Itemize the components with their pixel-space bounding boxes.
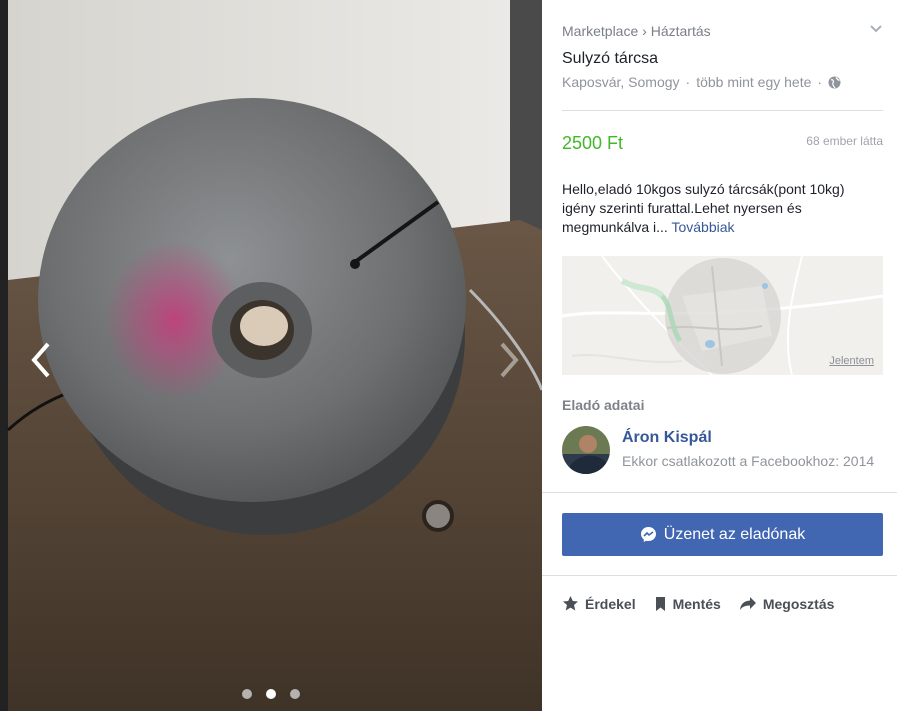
messenger-icon — [640, 527, 656, 542]
message-button-label: Üzenet az eladónak — [663, 525, 806, 543]
carousel-dot-active[interactable] — [266, 689, 276, 699]
seller-avatar[interactable] — [562, 426, 610, 474]
chevron-left-icon — [31, 342, 50, 378]
listing-photo — [0, 0, 542, 711]
listing-posted-time: több mint egy hete — [696, 74, 812, 90]
see-more-link[interactable]: Továbbiak — [671, 219, 734, 235]
listing-actions: Érdekel Mentés Megosztás — [562, 595, 834, 612]
breadcrumb-category[interactable]: Háztartás — [651, 23, 711, 39]
previous-photo-button[interactable] — [28, 340, 58, 380]
meta-separator: · — [817, 74, 823, 90]
bookmark-icon — [655, 596, 665, 611]
divider — [542, 575, 897, 576]
divider — [542, 492, 897, 493]
chevron-right-icon — [500, 342, 519, 378]
report-link[interactable]: Jelentem — [829, 355, 874, 367]
listing-price: 2500 Ft — [562, 133, 624, 153]
seller-join-date: Ekkor csatlakozott a Facebookhoz: 2014 — [622, 453, 875, 469]
star-icon — [563, 596, 578, 611]
interested-button[interactable]: Érdekel — [562, 595, 636, 612]
divider — [562, 110, 883, 111]
listing-description: Hello,eladó 10kgos sulyzó tárcsák(pont 1… — [562, 180, 880, 237]
next-photo-button[interactable] — [494, 340, 524, 380]
breadcrumb-marketplace[interactable]: Marketplace — [562, 23, 638, 39]
meta-separator: · — [685, 74, 691, 90]
save-button[interactable]: Mentés — [654, 595, 721, 612]
carousel-indicator — [0, 689, 542, 699]
save-label: Mentés — [672, 595, 721, 612]
listing-location[interactable]: Kaposvár, Somogy — [562, 74, 680, 90]
listing-details-panel: Marketplace › Háztartás Sulyzó tárcsa Ka… — [542, 0, 897, 711]
weight-plate-image — [0, 0, 542, 711]
listing-meta: Kaposvár, Somogy · több mint egy hete · — [562, 74, 841, 90]
interested-label: Érdekel — [585, 595, 636, 612]
chevron-down-icon — [870, 25, 882, 33]
location-map[interactable]: Jelentem — [562, 256, 883, 375]
share-button[interactable]: Megosztás — [739, 595, 835, 612]
view-count: 68 ember látta — [806, 134, 883, 148]
seller-section-heading: Eladó adatai — [562, 397, 645, 413]
message-seller-button[interactable]: Üzenet az eladónak — [562, 513, 883, 556]
options-dropdown[interactable] — [869, 22, 883, 36]
carousel-dot[interactable] — [242, 689, 252, 699]
seller-name[interactable]: Áron Kispál — [622, 429, 712, 447]
share-label: Megosztás — [762, 595, 835, 612]
breadcrumb: Marketplace › Háztartás — [562, 23, 711, 39]
breadcrumb-separator: › — [642, 23, 647, 39]
globe-icon — [828, 76, 841, 88]
listing-title: Sulyzó tárcsa — [562, 50, 659, 67]
avatar-image — [562, 426, 610, 474]
carousel-dot[interactable] — [290, 689, 300, 699]
share-arrow-icon — [739, 597, 756, 610]
